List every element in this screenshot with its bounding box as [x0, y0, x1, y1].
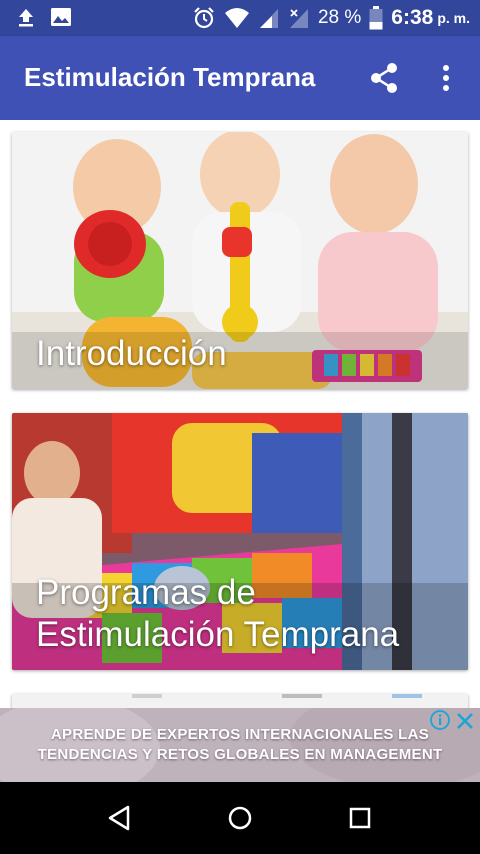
card-image-partial	[12, 694, 468, 708]
wifi-icon	[224, 8, 249, 28]
clock-ampm: p. m.	[437, 10, 470, 26]
app-bar: Estimulación Temprana	[0, 36, 480, 120]
signal-x-icon	[289, 9, 308, 28]
ad-headline-line1: APRENDE DE EXPERTOS INTERNACIONALES LAS	[50, 726, 430, 743]
overflow-menu-icon	[443, 65, 449, 91]
home-icon	[228, 806, 252, 830]
share-icon	[371, 63, 397, 93]
alarm-icon	[194, 7, 214, 29]
card-title: Programas de Estimulación Temprana	[36, 573, 400, 654]
home-button[interactable]	[220, 802, 260, 834]
battery-percent: 28 %	[317, 7, 362, 28]
ad-headline-line2: TENDENCIAS Y RETOS GLOBALES EN MANAGEMEN…	[37, 746, 443, 763]
upload-icon	[19, 9, 33, 27]
signal-icon	[259, 9, 278, 28]
back-button[interactable]	[100, 802, 140, 834]
card-partial[interactable]	[12, 694, 468, 708]
clock-time: 6:38	[391, 6, 434, 29]
card-title: Introducción	[36, 334, 227, 373]
battery-icon	[369, 6, 383, 30]
recent-apps-button[interactable]	[340, 802, 380, 834]
ad-info-icon[interactable]	[430, 710, 450, 730]
share-button[interactable]	[366, 60, 402, 96]
back-icon	[108, 805, 130, 831]
card-introduccion[interactable]: Introducción	[12, 132, 468, 389]
navigation-bar	[0, 782, 480, 854]
ad-close-icon[interactable]	[454, 710, 476, 732]
ad-banner[interactable]: APRENDE DE EXPERTOS INTERNACIONALES LAS …	[0, 708, 480, 782]
card-list: Introducción Programas de Estimulación T…	[0, 120, 480, 708]
app-title: Estimulación Temprana	[24, 62, 316, 92]
recent-apps-icon	[349, 807, 371, 829]
image-icon	[51, 8, 71, 26]
status-bar: 28 % 6:38 p. m.	[0, 0, 480, 36]
overflow-menu-button[interactable]	[434, 60, 458, 96]
card-programas[interactable]: Programas de Estimulación Temprana	[12, 413, 468, 670]
